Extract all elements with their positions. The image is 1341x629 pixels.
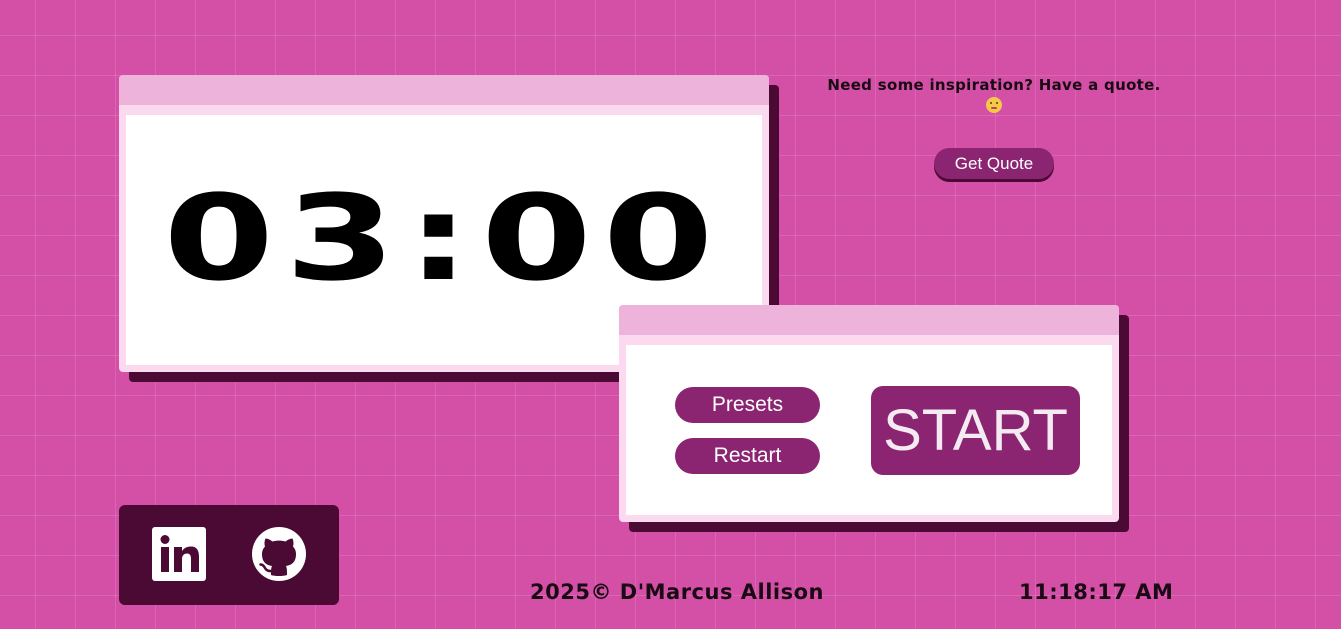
controls-window: Presets Restart START	[619, 305, 1129, 532]
get-quote-button[interactable]: Get Quote	[934, 148, 1054, 179]
restart-button[interactable]: Restart	[675, 438, 820, 474]
quote-section: Need some inspiration? Have a quote. Get…	[794, 75, 1194, 179]
presets-button[interactable]: Presets	[675, 387, 820, 423]
clock: 11:18:17 AM	[1019, 580, 1174, 604]
github-icon[interactable]	[252, 527, 306, 581]
quote-prompt: Need some inspiration? Have a quote.	[827, 76, 1161, 94]
controls-window-titlebar	[619, 305, 1119, 335]
start-button[interactable]: START	[871, 386, 1080, 475]
footer-credit: 2025© D'Marcus Allison	[530, 580, 824, 604]
linkedin-icon[interactable]	[152, 527, 206, 581]
timer-display: 03:00	[163, 169, 725, 307]
social-links-panel	[119, 505, 339, 605]
smiling-face-emoji-icon	[986, 97, 1002, 113]
controls-window-content: Presets Restart START	[626, 345, 1112, 515]
timer-window-titlebar	[119, 75, 769, 105]
